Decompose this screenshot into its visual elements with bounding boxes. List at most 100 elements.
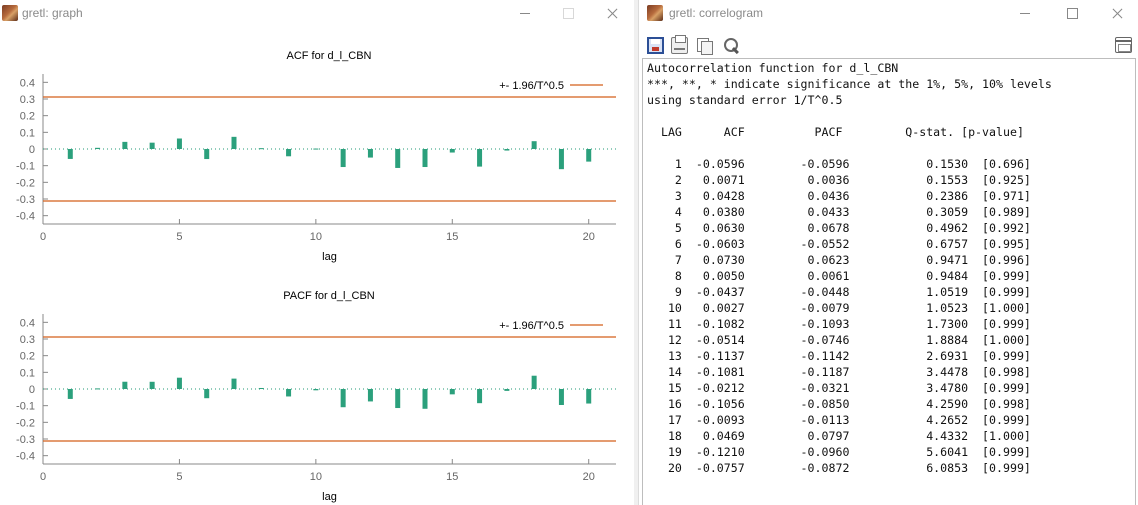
bar-lag-13	[395, 149, 401, 168]
find-icon[interactable]	[723, 37, 740, 54]
maximize-button[interactable]	[545, 0, 591, 26]
y-tick-label: -0.2	[16, 177, 35, 189]
bar-lag-2	[95, 388, 101, 390]
bar-lag-9	[286, 389, 292, 397]
header-line: ***, **, * indicate significance at the …	[647, 77, 1052, 91]
legend-label: +- 1.96/T^0.5	[499, 320, 564, 332]
y-tick-label: -0.1	[16, 161, 35, 173]
y-tick-label: 0.4	[20, 317, 35, 329]
table-row: 11 -0.1082 -0.1093 1.7300 [0.999]	[647, 317, 1031, 331]
table-row: 8 0.0050 0.0061 0.9484 [0.999]	[647, 269, 1031, 283]
chart-title: PACF for d_l_CBN	[283, 290, 375, 302]
bar-lag-12	[367, 149, 373, 158]
y-tick-label: 0.1	[20, 367, 35, 379]
bar-lag-12	[367, 389, 373, 402]
bar-lag-3	[122, 141, 128, 149]
bar-lag-3	[122, 381, 128, 389]
bar-lag-1	[67, 149, 73, 159]
x-tick-label: 10	[310, 231, 322, 243]
table-row: 1 -0.0596 -0.0596 0.1530 [0.696]	[647, 157, 1031, 171]
maximize-button[interactable]	[1049, 0, 1095, 26]
column-header: LAG ACF PACF Q-stat. [p-value]	[647, 125, 1024, 139]
bar-lag-9	[286, 149, 292, 157]
bar-lag-5	[176, 138, 182, 149]
close-button[interactable]	[1095, 0, 1138, 26]
bar-lag-20	[586, 149, 592, 162]
bar-lag-14	[422, 389, 428, 409]
x-tick-label: 15	[446, 231, 458, 243]
table-row: 7 0.0730 0.0623 0.9471 [0.996]	[647, 253, 1031, 267]
table-row: 4 0.0380 0.0433 0.3059 [0.989]	[647, 205, 1031, 219]
bar-lag-7	[231, 136, 237, 149]
main-window-icon[interactable]	[1115, 37, 1132, 53]
gretl-app-icon[interactable]	[2, 5, 18, 21]
graph-titlebar[interactable]: gretl: graph	[0, 0, 634, 26]
save-icon[interactable]	[647, 37, 664, 54]
copy-icon[interactable]	[696, 37, 713, 55]
x-axis-label: lag	[322, 251, 337, 263]
bar-lag-10	[313, 148, 319, 150]
graph-window: gretl: graph ACF for d_l_CBN 0.4 0.3 0.2 0.1…	[0, 0, 634, 505]
bar-lag-11	[340, 149, 346, 168]
x-tick-label: 0	[40, 471, 46, 483]
y-tick-label: 0	[29, 144, 35, 156]
x-tick-label: 10	[310, 471, 322, 483]
bar-lag-18	[531, 375, 537, 389]
bar-lag-15	[449, 149, 455, 153]
close-button[interactable]	[590, 0, 634, 26]
table-row: 12 -0.0514 -0.0746 1.8884 [1.000]	[647, 333, 1031, 347]
bar-lag-6	[204, 389, 210, 399]
table-row: 20 -0.0757 -0.0872 6.0853 [0.999]	[647, 461, 1031, 475]
x-axis-label: lag	[322, 491, 337, 503]
bar-lag-2	[95, 147, 101, 149]
table-row: 10 0.0027 -0.0079 1.0523 [1.000]	[647, 301, 1031, 315]
y-tick-label: -0.3	[16, 194, 35, 206]
bar-lag-8	[258, 148, 264, 150]
table-row: 13 -0.1137 -0.1142 2.6931 [0.999]	[647, 349, 1031, 363]
table-row: 9 -0.0437 -0.0448 1.0519 [0.999]	[647, 285, 1031, 299]
correlogram-toolbar	[639, 34, 1138, 58]
table-row: 18 0.0469 0.0797 4.4332 [1.000]	[647, 429, 1031, 443]
gretl-app-icon[interactable]	[647, 5, 663, 21]
table-row: 14 -0.1081 -0.1187 3.4478 [0.998]	[647, 365, 1031, 379]
x-tick-label: 15	[446, 471, 458, 483]
bar-lag-15	[449, 389, 455, 395]
bar-lag-6	[204, 149, 210, 160]
acf-chart: ACF for d_l_CBN 0.4 0.3 0.2 0.1 0 -0.1 -0.2 -0.3…	[16, 50, 616, 263]
y-tick-label: -0.4	[16, 211, 35, 223]
table-row: 6 -0.0603 -0.0552 0.6757 [0.995]	[647, 237, 1031, 251]
minimize-button[interactable]	[503, 0, 549, 26]
minimize-button[interactable]	[1003, 0, 1049, 26]
header-line: Autocorrelation function for d_l_CBN	[647, 61, 899, 75]
table-row: 17 -0.0093 -0.0113 4.2652 [0.999]	[647, 413, 1031, 427]
table-row: 2 0.0071 0.0036 0.1553 [0.925]	[647, 173, 1031, 187]
x-tick-label: 20	[583, 231, 595, 243]
y-tick-label: 0.3	[20, 94, 35, 106]
bar-lag-14	[422, 149, 428, 168]
x-tick-label: 20	[583, 471, 595, 483]
correlogram-text-area[interactable]: Autocorrelation function for d_l_CBN ***…	[642, 58, 1136, 505]
y-tick-label: 0	[29, 384, 35, 396]
y-tick-label: -0.1	[16, 401, 35, 413]
bar-lag-18	[531, 141, 537, 149]
bar-lag-11	[340, 389, 346, 408]
x-tick-label: 5	[176, 231, 182, 243]
table-row: 3 0.0428 0.0436 0.2386 [0.971]	[647, 189, 1031, 203]
correlogram-window: gretl: correlogram Autocorrelation funct…	[638, 0, 1138, 505]
y-tick-label: -0.2	[16, 417, 35, 429]
bar-lag-20	[586, 389, 592, 404]
bar-lag-16	[477, 149, 483, 167]
table-row: 15 -0.0212 -0.0321 3.4780 [0.999]	[647, 381, 1031, 395]
correlogram-titlebar[interactable]: gretl: correlogram	[639, 0, 1138, 26]
y-tick-label: 0.2	[20, 111, 35, 123]
bar-lag-5	[176, 377, 182, 389]
y-tick-label: 0.2	[20, 351, 35, 363]
bar-lag-17	[504, 149, 510, 151]
x-tick-label: 5	[176, 471, 182, 483]
print-icon[interactable]	[671, 35, 688, 54]
table-row: 19 -0.1210 -0.0960 5.6041 [0.999]	[647, 445, 1031, 459]
correlogram-table: 1 -0.0596 -0.0596 0.1530 [0.696] 2 0.007…	[647, 156, 1052, 476]
x-tick-label: 0	[40, 231, 46, 243]
bar-lag-1	[67, 389, 73, 399]
y-tick-label: 0.4	[20, 77, 35, 89]
